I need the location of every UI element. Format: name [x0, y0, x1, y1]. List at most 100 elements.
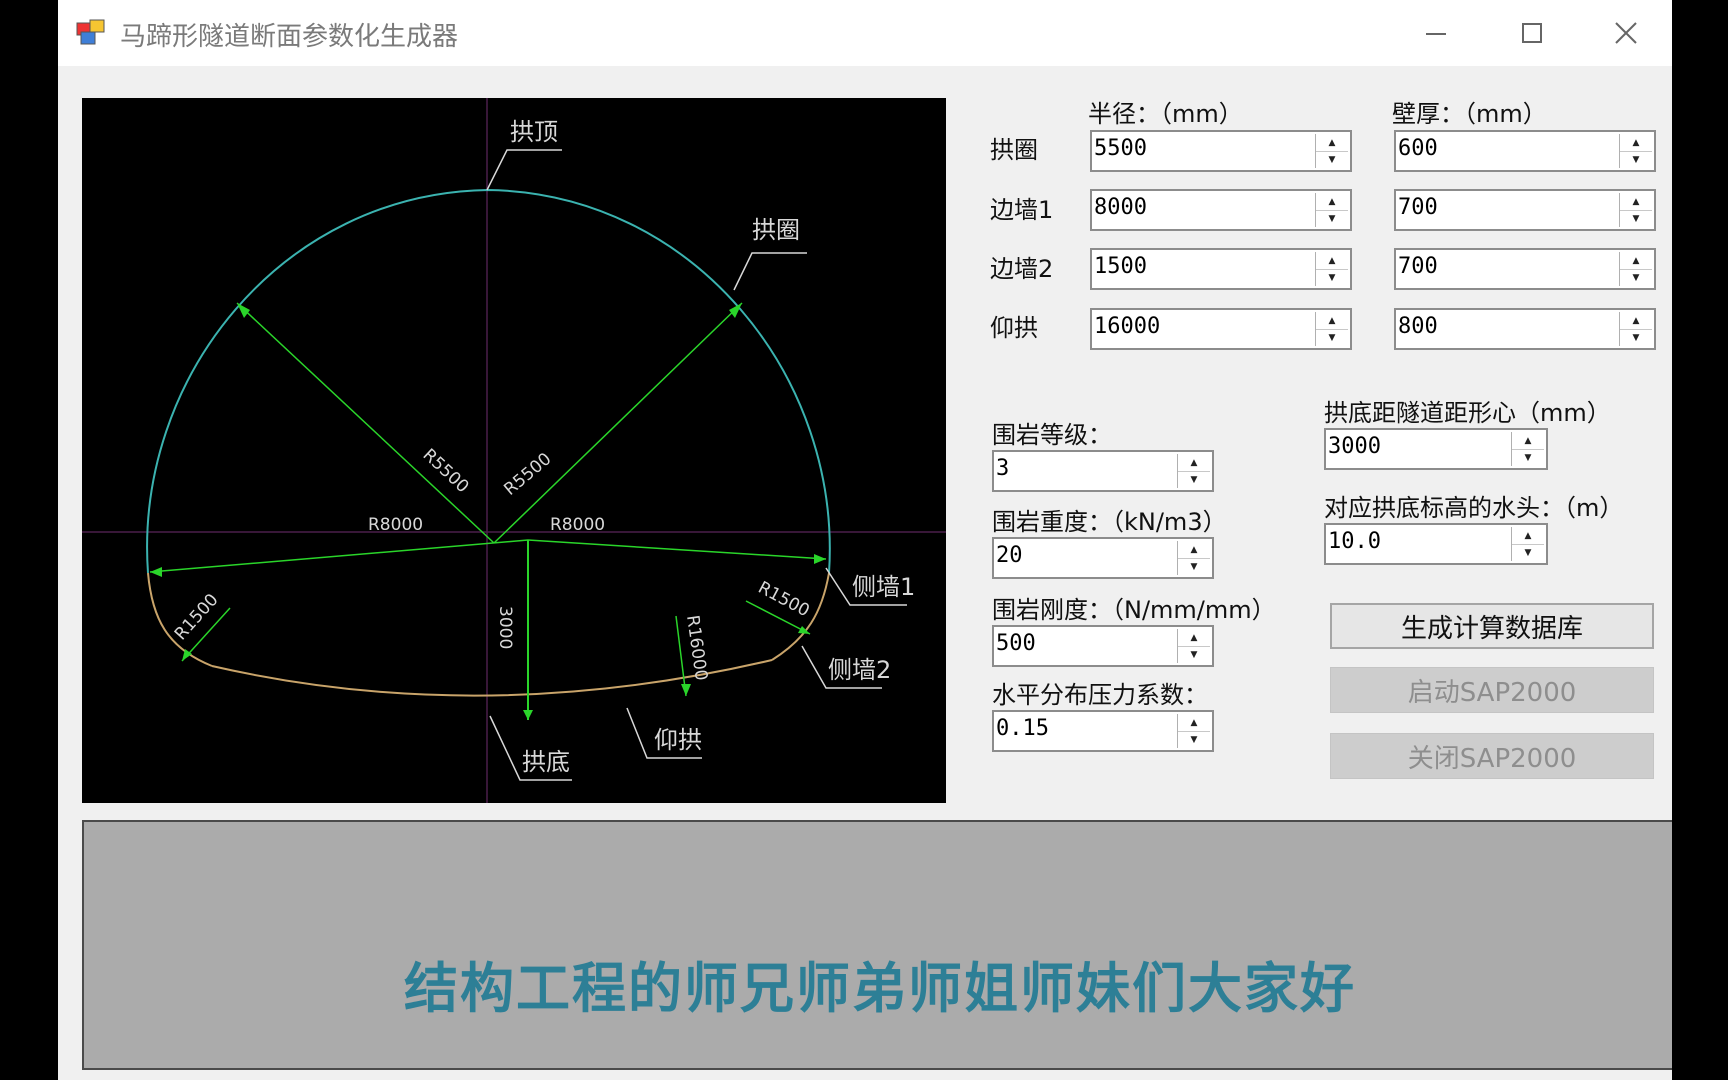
arrow-head — [681, 684, 691, 696]
lateral-coeff-input[interactable]: 0.15 ▲ ▼ — [992, 710, 1214, 752]
arrow-head — [814, 554, 826, 564]
down-arrow-icon[interactable]: ▼ — [1178, 731, 1210, 748]
video-subtitle: 结构工程的师兄师弟师姐师妹们大家好 — [404, 957, 1356, 1020]
arrow-head — [523, 710, 533, 720]
title-bar: 马蹄形隧道断面参数化生成器 — [58, 0, 1672, 66]
side-wall-2-radius-value: 1500 — [1094, 254, 1147, 279]
down-arrow-icon[interactable]: ▼ — [1178, 646, 1210, 663]
down-arrow-icon[interactable]: ▼ — [1178, 471, 1210, 488]
water-head-stepper[interactable]: ▲ ▼ — [1511, 527, 1544, 561]
up-arrow-icon[interactable]: ▲ — [1316, 193, 1348, 211]
stiffness-stepper[interactable]: ▲ ▼ — [1177, 629, 1210, 663]
side-wall-2-radius-stepper[interactable]: ▲ ▼ — [1315, 252, 1348, 286]
generate-database-button[interactable]: 生成计算数据库 — [1330, 603, 1654, 649]
down-arrow-icon[interactable]: ▼ — [1620, 269, 1652, 286]
side-wall-2-thickness-input[interactable]: 700 ▲ ▼ — [1394, 248, 1656, 290]
water-head-label: 对应拱底标高的水头：（m） — [1324, 494, 1624, 522]
up-arrow-icon[interactable]: ▲ — [1512, 432, 1544, 450]
label-side-wall-2: 侧墙2 — [828, 656, 891, 684]
maximize-button[interactable] — [1484, 0, 1580, 66]
up-arrow-icon[interactable]: ▲ — [1620, 312, 1652, 330]
row-label-invert: 仰拱 — [990, 314, 1038, 342]
down-arrow-icon[interactable]: ▼ — [1316, 329, 1348, 346]
window-title: 马蹄形隧道断面参数化生成器 — [120, 22, 459, 52]
up-arrow-icon[interactable]: ▲ — [1178, 454, 1210, 472]
arch-leader — [733, 252, 807, 291]
up-arrow-icon[interactable]: ▲ — [1178, 541, 1210, 559]
arch-thickness-stepper[interactable]: ▲ ▼ — [1619, 134, 1652, 168]
section-drawing: 拱顶 拱圈 侧墙1 侧墙2 仰拱 拱底 R5500 R5500 R8000 R8… — [82, 98, 946, 803]
down-arrow-icon[interactable]: ▼ — [1316, 151, 1348, 168]
label-r8000-left: R8000 — [368, 515, 423, 535]
rock-grade-stepper[interactable]: ▲ ▼ — [1177, 454, 1210, 488]
offset-input[interactable]: 3000 ▲ ▼ — [1324, 428, 1548, 470]
label-arch: 拱圈 — [752, 216, 800, 244]
lateral-coeff-stepper[interactable]: ▲ ▼ — [1177, 714, 1210, 748]
side-wall-2-radius-input[interactable]: 1500 ▲ ▼ — [1090, 248, 1352, 290]
r5500-right-line — [493, 302, 743, 544]
down-arrow-icon[interactable]: ▼ — [1178, 558, 1210, 575]
arch-radius-input[interactable]: 5500 ▲ ▼ — [1090, 130, 1352, 172]
label-side-wall-1: 侧墙1 — [852, 573, 915, 601]
arch-radius-stepper[interactable]: ▲ ▼ — [1315, 134, 1348, 168]
invert-thickness-input[interactable]: 800 ▲ ▼ — [1394, 308, 1656, 350]
thickness-header: 壁厚：（mm） — [1392, 100, 1547, 128]
row-label-side-wall-1: 边墙1 — [990, 196, 1054, 224]
unit-weight-value: 20 — [996, 543, 1023, 568]
label-crown: 拱顶 — [510, 118, 558, 146]
lateral-coeff-label: 水平分布压力系数： — [992, 681, 1208, 709]
side-wall-2-thickness-stepper[interactable]: ▲ ▼ — [1619, 252, 1652, 286]
main-window: 马蹄形隧道断面参数化生成器 拱顶 拱圈 侧墙1 侧墙2 仰拱 拱底 R5500 … — [58, 0, 1672, 1080]
side-wall-1-thickness-stepper[interactable]: ▲ ▼ — [1619, 193, 1652, 227]
lateral-coeff-value: 0.15 — [996, 716, 1049, 741]
rock-grade-value: 3 — [996, 456, 1010, 481]
down-arrow-icon[interactable]: ▼ — [1620, 329, 1652, 346]
up-arrow-icon[interactable]: ▲ — [1620, 193, 1652, 211]
label-arch-bottom: 拱底 — [522, 748, 570, 776]
down-arrow-icon[interactable]: ▼ — [1620, 210, 1652, 227]
invert-radius-input[interactable]: 16000 ▲ ▼ — [1090, 308, 1352, 350]
arrow-head — [150, 567, 162, 577]
arch-thickness-input[interactable]: 600 ▲ ▼ — [1394, 130, 1656, 172]
down-arrow-icon[interactable]: ▼ — [1512, 544, 1544, 561]
unit-weight-label: 围岩重度：（kN/m3） — [992, 508, 1227, 536]
rock-grade-input[interactable]: 3 ▲ ▼ — [992, 450, 1214, 492]
up-arrow-icon[interactable]: ▲ — [1512, 527, 1544, 545]
row-label-side-wall-2: 边墙2 — [990, 255, 1054, 283]
up-arrow-icon[interactable]: ▲ — [1620, 134, 1652, 152]
label-r5500-left: R5500 — [419, 445, 473, 497]
invert-radius-value: 16000 — [1094, 314, 1161, 339]
up-arrow-icon[interactable]: ▲ — [1316, 312, 1348, 330]
down-arrow-icon[interactable]: ▼ — [1316, 269, 1348, 286]
close-button[interactable] — [1578, 0, 1672, 66]
invert-thickness-stepper[interactable]: ▲ ▼ — [1619, 312, 1652, 346]
up-arrow-icon[interactable]: ▲ — [1178, 629, 1210, 647]
up-arrow-icon[interactable]: ▲ — [1178, 714, 1210, 732]
unit-weight-stepper[interactable]: ▲ ▼ — [1177, 541, 1210, 575]
up-arrow-icon[interactable]: ▲ — [1316, 252, 1348, 270]
crown-leader — [486, 149, 562, 191]
arch-curve — [146, 188, 831, 574]
water-head-input[interactable]: 10.0 ▲ ▼ — [1324, 523, 1548, 565]
unit-weight-input[interactable]: 20 ▲ ▼ — [992, 537, 1214, 579]
down-arrow-icon[interactable]: ▼ — [1620, 151, 1652, 168]
down-arrow-icon[interactable]: ▼ — [1316, 210, 1348, 227]
invert-radius-stepper[interactable]: ▲ ▼ — [1315, 312, 1348, 346]
offset-stepper[interactable]: ▲ ▼ — [1511, 432, 1544, 466]
stiffness-value: 500 — [996, 631, 1036, 656]
side-wall-1-radius-input[interactable]: 8000 ▲ ▼ — [1090, 189, 1352, 231]
side-wall-1-thickness-input[interactable]: 700 ▲ ▼ — [1394, 189, 1656, 231]
up-arrow-icon[interactable]: ▲ — [1620, 252, 1652, 270]
stiffness-input[interactable]: 500 ▲ ▼ — [992, 625, 1214, 667]
down-arrow-icon[interactable]: ▼ — [1512, 449, 1544, 466]
row-label-arch: 拱圈 — [990, 136, 1038, 164]
minimize-button[interactable] — [1388, 0, 1484, 66]
offset-value: 3000 — [1328, 434, 1381, 459]
up-arrow-icon[interactable]: ▲ — [1316, 134, 1348, 152]
side-wall-1-radius-stepper[interactable]: ▲ ▼ — [1315, 193, 1348, 227]
close-sap2000-button[interactable]: 关闭SAP2000 — [1330, 733, 1654, 779]
r5500-left-line — [236, 302, 495, 544]
arch-radius-value: 5500 — [1094, 136, 1147, 161]
arch-thickness-value: 600 — [1398, 136, 1438, 161]
start-sap2000-button[interactable]: 启动SAP2000 — [1330, 667, 1654, 713]
